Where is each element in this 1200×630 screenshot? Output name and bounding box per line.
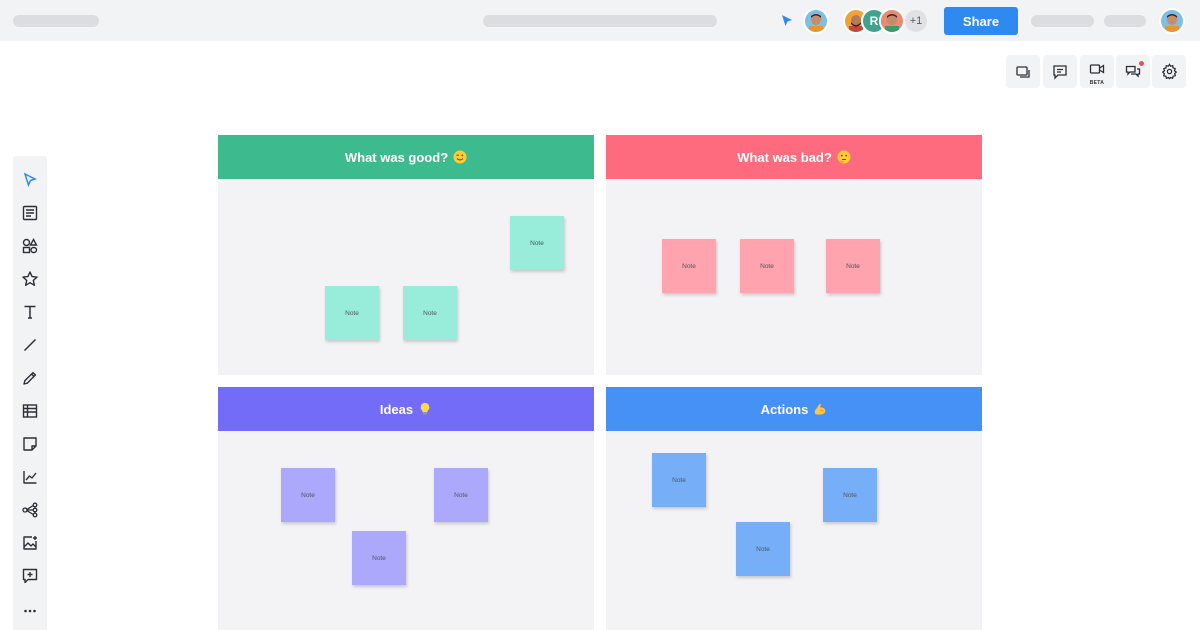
share-button[interactable]: Share <box>944 7 1018 35</box>
mind-map-icon <box>22 502 38 518</box>
beta-badge: BETA <box>1089 80 1105 86</box>
tool-chart[interactable] <box>13 464 47 490</box>
section-what-was-good[interactable]: What was good? Note Note Note <box>218 135 594 375</box>
pen-icon <box>23 371 37 385</box>
pointer-icon <box>23 172 37 188</box>
sticky-note[interactable]: Note <box>823 468 877 522</box>
center-title-placeholder[interactable] <box>483 15 717 27</box>
sticky-note[interactable]: Note <box>736 522 790 576</box>
sticky-note[interactable]: Note <box>403 286 457 340</box>
comment-icon <box>1053 64 1067 80</box>
section-header-good: What was good? <box>218 135 594 179</box>
image-icon <box>23 536 37 550</box>
flexed-biceps-icon <box>815 404 826 415</box>
section-ideas[interactable]: Ideas Note Note Note <box>218 387 594 630</box>
sticky-note[interactable]: Note <box>652 453 706 507</box>
menu-placeholder-2[interactable] <box>1104 15 1146 27</box>
board-title-placeholder[interactable] <box>13 15 99 27</box>
add-content-icon <box>22 568 38 584</box>
sticky-note[interactable]: Note <box>325 286 379 340</box>
tool-sticky-note[interactable] <box>13 431 47 457</box>
section-title-ideas: Ideas <box>379 401 414 417</box>
sticky-note[interactable]: Note <box>434 468 488 522</box>
collaborator-cursor-icon <box>782 15 792 26</box>
text-icon <box>24 305 36 319</box>
tool-pen[interactable] <box>13 365 47 391</box>
star-icon <box>22 271 38 286</box>
tool-add-content[interactable] <box>13 563 47 589</box>
sticky-note-icon <box>23 437 37 451</box>
sticky-note[interactable]: Note <box>510 216 564 270</box>
light-bulb-icon <box>420 403 430 415</box>
chart-icon <box>23 471 37 484</box>
left-toolbar <box>13 156 47 630</box>
tool-mind-map[interactable] <box>13 497 47 523</box>
chat-notification-dot <box>1139 61 1144 66</box>
sticky-note[interactable]: Note <box>352 531 406 585</box>
tool-text[interactable] <box>13 299 47 325</box>
user-avatar[interactable] <box>1159 8 1185 34</box>
section-title-actions: Actions <box>760 401 809 417</box>
sticky-note[interactable]: Note <box>662 239 716 293</box>
top-bar: R +1 Share <box>0 0 1200 41</box>
chat-icon <box>1125 65 1141 78</box>
thinking-emoji-icon <box>837 150 851 164</box>
settings-button[interactable] <box>1152 55 1186 88</box>
tool-image-upload[interactable] <box>13 530 47 556</box>
section-header-ideas: Ideas <box>218 387 594 431</box>
section-header-actions: Actions <box>606 387 982 431</box>
presenter-avatar[interactable] <box>803 8 829 34</box>
tool-more[interactable] <box>13 598 47 624</box>
comments-button[interactable] <box>1043 55 1077 88</box>
sticky-note[interactable]: Note <box>740 239 794 293</box>
chat-button[interactable] <box>1116 55 1150 88</box>
tool-templates[interactable] <box>13 200 47 226</box>
table-icon <box>22 404 38 418</box>
menu-placeholder-1[interactable] <box>1031 15 1094 27</box>
sticky-note[interactable]: Note <box>281 468 335 522</box>
wink-emoji-icon <box>453 150 467 164</box>
tool-stickers[interactable] <box>13 266 47 292</box>
tool-table[interactable] <box>13 398 47 424</box>
sticky-note[interactable]: Note <box>826 239 880 293</box>
gear-icon <box>1161 63 1177 80</box>
shapes-icon <box>22 238 38 254</box>
video-camera-icon <box>1089 64 1105 74</box>
more-collaborators-badge[interactable]: +1 <box>903 8 929 34</box>
collaborator-avatar-2[interactable] <box>879 8 905 34</box>
tool-select[interactable] <box>13 167 47 193</box>
video-call-button[interactable]: BETA <box>1080 55 1114 88</box>
section-title-bad: What was bad? <box>737 149 832 165</box>
section-header-bad: What was bad? <box>606 135 982 179</box>
tool-shapes[interactable] <box>13 233 47 259</box>
section-title-good: What was good? <box>344 149 449 165</box>
section-what-was-bad[interactable]: What was bad? Note Note Note <box>606 135 982 375</box>
line-icon <box>23 338 37 352</box>
section-actions[interactable]: Actions Note Note Note <box>606 387 982 630</box>
more-icon <box>24 609 36 613</box>
template-icon <box>22 205 38 221</box>
frames-icon <box>1016 65 1030 78</box>
frames-button[interactable] <box>1006 55 1040 88</box>
tool-line[interactable] <box>13 332 47 358</box>
